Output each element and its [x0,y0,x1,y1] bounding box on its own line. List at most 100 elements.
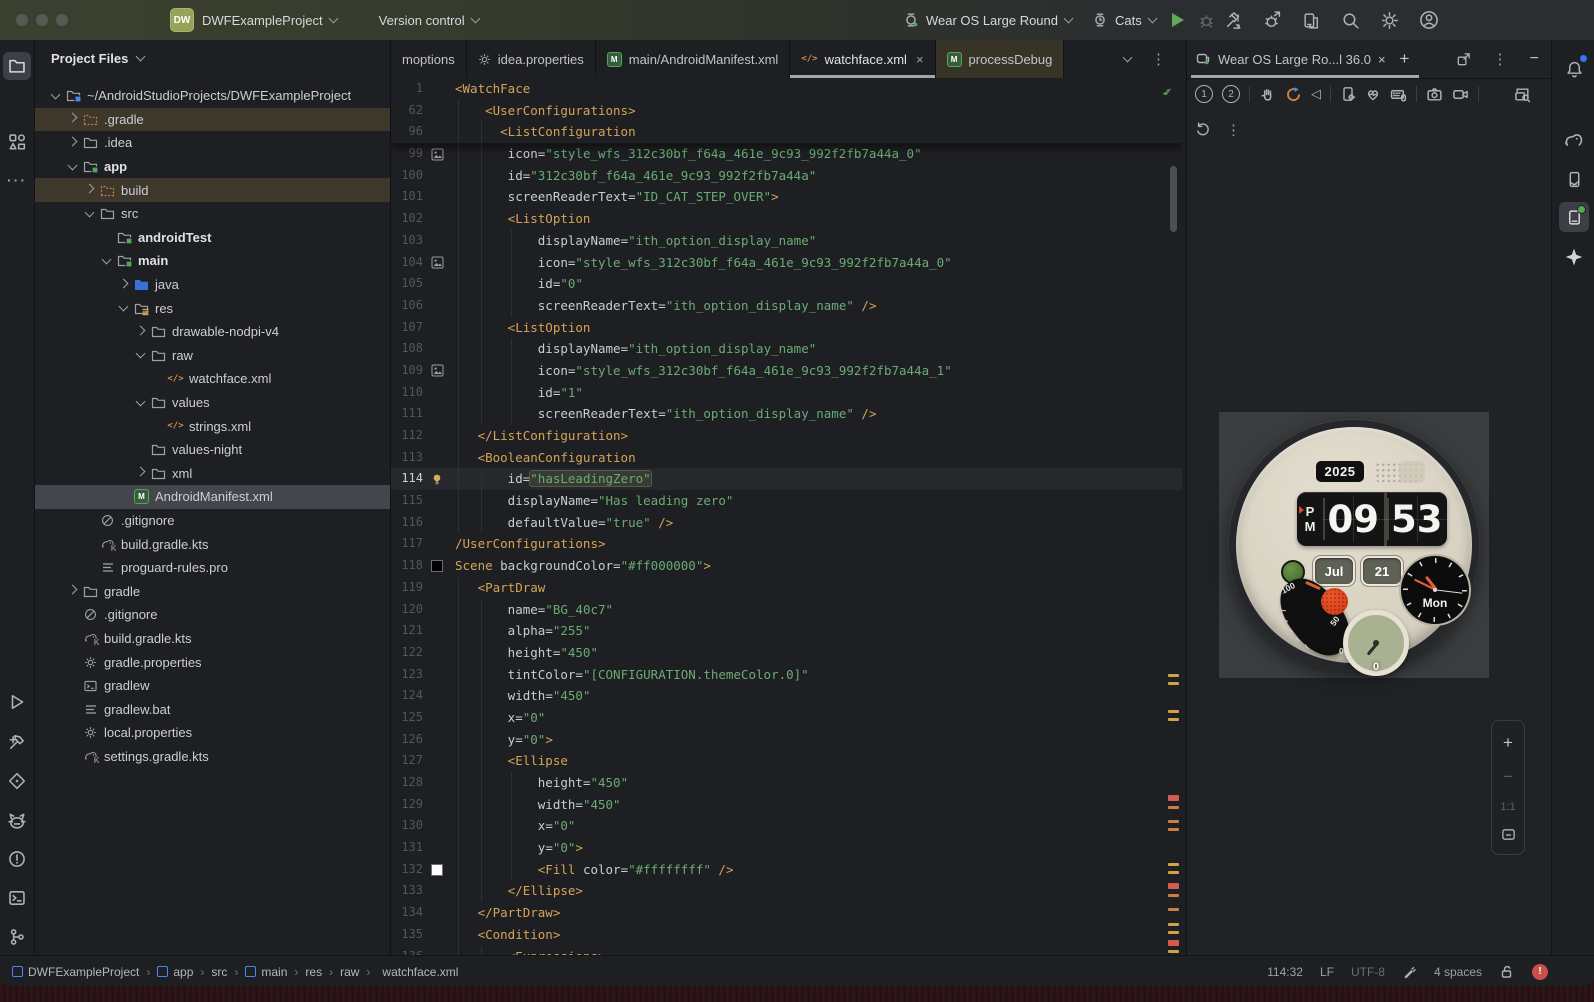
tab-processDebug[interactable]: MprocessDebug [935,40,1065,78]
chevron-right-icon[interactable] [64,584,81,595]
stripe-mark[interactable] [1168,820,1179,823]
tree-item-res[interactable]: res [35,296,390,320]
code-line-114[interactable]: 114 id="hasLeadingZero" [391,468,1182,491]
problems-tool-button[interactable] [3,845,31,873]
image-preview-icon[interactable] [429,255,445,271]
button-1-icon[interactable]: 1 [1195,85,1213,103]
readonly-lock-icon[interactable] [1499,964,1515,980]
code-line-116[interactable]: 116 defaultValue="true" /> [391,511,1182,534]
code-line-105[interactable]: 105 id="0" [391,273,1182,295]
breadcrumb-item-res[interactable]: res [305,965,322,979]
chevron-down-icon[interactable] [132,396,149,406]
chevron-right-icon[interactable] [132,325,149,336]
stripe-mark[interactable] [1168,931,1179,934]
stripe-mark[interactable] [1168,710,1179,713]
tree-item-values[interactable]: values [35,391,390,415]
build-icon[interactable] [1224,11,1243,30]
code-line-99[interactable]: 99 icon="style_wfs_312c30bf_f64a_461e_9c9… [391,143,1182,165]
code-line-127[interactable]: 127 <Ellipse [391,750,1182,773]
code-line-110[interactable]: 110 id="1" [391,381,1182,404]
tree-item-watchface.xml[interactable]: </> watchface.xml [35,367,390,391]
code-line-132[interactable]: 132 <Fill color="#ffffffff" /> [391,858,1182,881]
code-line-107[interactable]: 107 <ListOption [391,316,1182,339]
device-manager-icon[interactable] [1302,11,1321,30]
project-menu-button[interactable]: DWFExampleProject [194,8,345,33]
chevron-down-icon[interactable] [64,160,81,171]
code-line-125[interactable]: 125 x="0" [391,706,1182,729]
tree-item-.gitignore[interactable]: .gitignore [35,603,390,627]
tab-moptions[interactable]: moptions [391,40,467,78]
screen-record-icon[interactable] [1452,86,1469,103]
code-line-131[interactable]: 131 y="0"> [391,837,1182,859]
tree-item-values-night[interactable]: values-night [35,438,390,462]
code-line-129[interactable]: 129 width="450" [391,793,1182,816]
palm-wake-icon[interactable] [1259,86,1276,103]
stripe-mark[interactable] [1168,883,1179,889]
code-line-124[interactable]: 124 width="450" [391,685,1182,707]
chevron-right-icon[interactable] [81,183,98,194]
code-line-100[interactable]: 100 id="312c30bf_f64a_461e_9c93_992f2fb7a… [391,164,1182,187]
code-line-135[interactable]: 135 <Condition> [391,923,1182,946]
tree-item-androidTest[interactable]: androidTest [35,226,390,250]
stripe-mark[interactable] [1168,950,1179,953]
error-indicator[interactable]: ! [1532,963,1548,980]
gemini-tool-button[interactable] [1559,242,1589,272]
code-line-115[interactable]: 115 displayName="Has leading zero" [391,490,1182,512]
notifications-button[interactable] [1559,54,1589,84]
caret-position-widget[interactable]: 114:32 [1267,965,1303,979]
tree-item-gradle[interactable]: gradle [35,579,390,603]
zoom-reset-button[interactable]: 1:1 [1500,801,1515,813]
stripe-mark[interactable] [1168,871,1179,874]
code-line-123[interactable]: 123 tintColor="[CONFIGURATION.themeColor.… [391,663,1182,686]
line-separator-widget[interactable]: LF [1320,965,1334,979]
device-tab[interactable]: Wear OS Large Ro...l 36.0 × [1195,51,1386,67]
breadcrumb-item-DWFExampleProject[interactable]: DWFExampleProject [12,965,139,979]
code-line-62[interactable]: 62 <UserConfigurations> [391,99,1182,122]
chevron-down-icon[interactable] [81,207,98,218]
code-line-121[interactable]: 121 alpha="255" [391,620,1182,642]
zoom-fit-button[interactable] [1501,827,1516,842]
color-preview-swatch[interactable] [429,862,445,878]
profiler-icon[interactable] [1263,10,1282,30]
avatar[interactable] [1419,10,1439,30]
code-line-96[interactable]: 96 <ListConfiguration [391,121,1182,144]
tree-item-AndroidManifest.xml[interactable]: M AndroidManifest.xml [35,485,390,509]
close-device-tab-icon[interactable]: × [1378,52,1386,67]
code-line-106[interactable]: 106 screenReaderText="ith_option_display_… [391,294,1182,317]
code-line-126[interactable]: 126 y="0"> [391,728,1182,751]
code-line-104[interactable]: 104 icon="style_wfs_312c30bf_f64a_461e_9c… [391,251,1182,274]
code-line-118[interactable]: 118 Scene backgroundColor="#ff000000"> [391,555,1182,577]
resource-manager-tool-button[interactable] [3,128,31,156]
code-line-1[interactable]: 1 <WatchFace [391,78,1182,100]
chevron-down-icon[interactable] [47,89,64,100]
project-tool-button[interactable] [3,52,31,80]
code-line-103[interactable]: 103 displayName="ith_option_display_name" [391,229,1182,252]
indent-widget[interactable]: 4 spaces [1434,965,1482,979]
panel-options-button[interactable]: ⋮ [1487,50,1514,68]
tree-item-xml[interactable]: xml [35,462,390,486]
screenshot-icon[interactable] [1426,86,1443,103]
stripe-mark[interactable] [1168,718,1179,721]
code-line-111[interactable]: 111 screenReaderText="ith_option_display_… [391,403,1182,426]
stripe-mark[interactable] [1168,940,1179,946]
chevron-right-icon[interactable] [132,466,149,477]
code-line-113[interactable]: 113 <BooleanConfiguration [391,446,1182,469]
zoom-window-button[interactable] [56,14,68,26]
code-line-128[interactable]: 128 height="450" [391,772,1182,794]
code-line-117[interactable]: 117/UserConfigurations> [391,533,1182,555]
tree-item-build.gradle.kts[interactable]: Kbuild.gradle.kts [35,627,390,651]
stripe-mark[interactable] [1168,863,1179,866]
code-line-119[interactable]: 119 <PartDraw [391,576,1182,599]
device-settings-icon[interactable] [1340,86,1356,102]
stripe-mark[interactable] [1168,828,1179,831]
search-icon[interactable] [1341,11,1360,30]
encoding-widget[interactable]: UTF-8 [1351,965,1385,979]
code-line-133[interactable]: 133 </Ellipse> [391,880,1182,903]
settings-gear-icon[interactable] [1380,11,1399,30]
device-manager-tool-button[interactable] [1559,164,1589,194]
code-editor[interactable]: 1 <WatchFace 62 <UserConfigurations> 96 <List… [391,78,1182,955]
color-preview-swatch[interactable] [429,558,445,574]
rotate-device-icon[interactable] [1285,86,1302,103]
tree-item-gradle.properties[interactable]: gradle.properties [35,650,390,674]
tree-item-.gradle[interactable]: .gradle [35,107,390,132]
